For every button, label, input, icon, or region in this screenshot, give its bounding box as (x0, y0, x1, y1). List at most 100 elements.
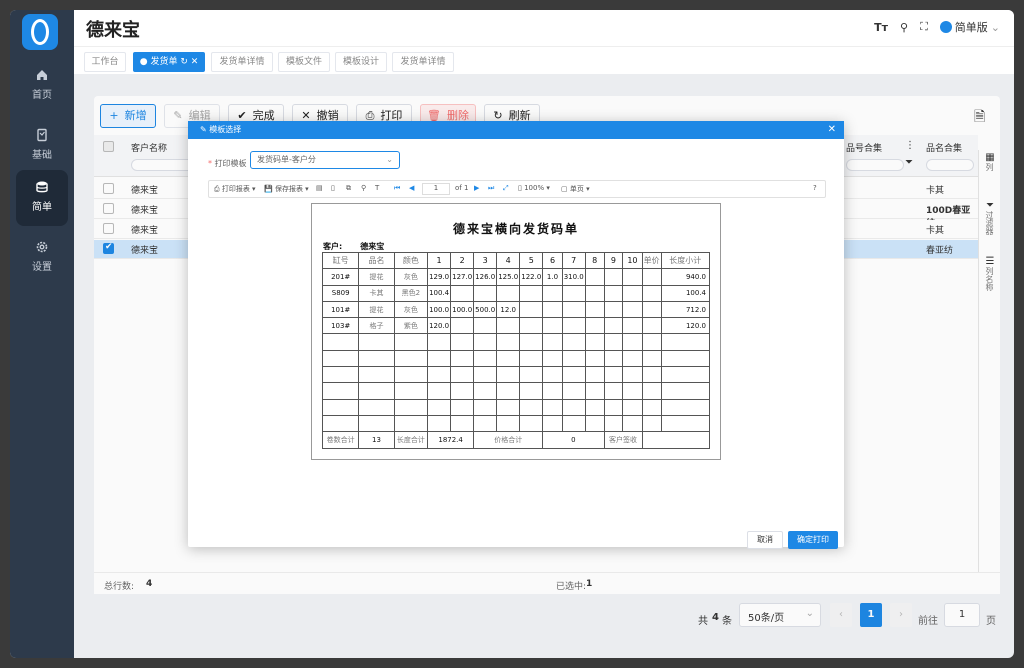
export-grid-icon[interactable]: ▤ (316, 184, 323, 192)
next-page-icon[interactable]: ▶ (474, 184, 479, 192)
report-header-cell: 缸号 (321, 251, 360, 270)
report-header-cell: 7 (561, 251, 586, 270)
report-cell (473, 382, 498, 400)
sidebar-item-settings[interactable]: 设置 (16, 230, 68, 286)
report-empty-row (321, 366, 711, 384)
last-page-icon[interactable]: ⏭ (488, 184, 494, 193)
report-summary-cell: 客户签收 (603, 431, 643, 449)
report-cell (519, 284, 544, 302)
template-field-label: * 打印模板 (208, 158, 247, 169)
report-cell (358, 414, 395, 433)
report-header-cell: 8 (584, 251, 605, 270)
confirm-print-button[interactable]: 确定打印 (788, 531, 838, 549)
refresh-tab-icon[interactable]: ↻ (180, 57, 188, 67)
fit-icon[interactable]: ⤢ (503, 184, 509, 193)
tab-template-file[interactable]: 模板文件 (278, 52, 330, 72)
find-icon[interactable]: ⚲ (361, 184, 366, 192)
app-logo[interactable] (22, 14, 58, 50)
report-cell (584, 317, 605, 335)
report-cell (496, 333, 521, 351)
sidebar-item-label: 设置 (32, 262, 52, 273)
report-cell (561, 300, 586, 319)
customer-label: 客户: (323, 242, 343, 251)
report-cell (427, 366, 452, 384)
report-cell (622, 349, 643, 368)
mode-switch[interactable]: 简单版 ⌄ (939, 19, 1000, 35)
report-cell (603, 349, 624, 368)
report-empty-row (321, 398, 711, 416)
save-report-button[interactable]: 💾 保存报表 ▾ (264, 184, 309, 194)
report-cell (450, 382, 475, 400)
report-cell: 黑色2 (393, 284, 429, 302)
report-cell (496, 382, 521, 400)
sidebar-item-home[interactable]: 首页 (16, 58, 68, 114)
page-icon[interactable]: ▯ (331, 184, 335, 192)
report-cell (321, 382, 360, 400)
report-cell (641, 300, 662, 319)
report-cell (660, 333, 711, 351)
tab-shipping-detail[interactable]: 发货单详情 (211, 52, 273, 72)
report-cell (450, 317, 475, 335)
active-dot-icon: ● (139, 57, 151, 67)
print-report-button[interactable]: ⎙ 打印报表 ▾ (214, 184, 256, 194)
copy-icon[interactable]: ⧉ (346, 184, 351, 193)
report-row: S809 卡其 黑色2 100.4 100.4 (321, 284, 711, 302)
report-cell (603, 333, 624, 351)
tab-workbench[interactable]: 工作台 (84, 52, 126, 72)
report-empty-row (321, 414, 711, 433)
close-icon[interactable]: ✕ (828, 121, 836, 139)
home-icon (37, 70, 47, 80)
template-select[interactable]: 发货码单-客户分 ⌄ (250, 151, 400, 169)
report-preview-page: 德来宝横向发货码单 客户: 德来宝 缸号 品名 颜色 1 2 3 4 5 6 7 8 9 10 单价 长度小计… (311, 203, 721, 460)
database-icon (36, 181, 48, 193)
report-cell (641, 382, 662, 400)
tab-shipping-detail-2[interactable]: 发货单详情 (392, 52, 454, 72)
report-cell: 940.0 (660, 268, 711, 286)
tab-shipping-order[interactable]: ● 发货单 ↻ ✕ (133, 52, 205, 72)
sidebar-item-basic[interactable]: 基础 (16, 118, 68, 174)
search-icon[interactable]: ⚲ (900, 21, 908, 34)
tab-template-design[interactable]: 模板设计 (335, 52, 387, 72)
report-cell (496, 366, 521, 384)
report-cell: 紫色 (393, 317, 429, 335)
report-cell (542, 317, 563, 335)
report-cell (542, 398, 563, 416)
report-summary-cell (641, 431, 711, 449)
report-cell (542, 349, 563, 368)
close-icon[interactable]: ✕ (188, 57, 199, 67)
report-cell: 灰色 (393, 300, 429, 319)
prev-page-icon[interactable]: ◀ (409, 184, 414, 192)
report-cell: 120.0 (427, 317, 452, 335)
report-cell (473, 398, 498, 416)
help-icon[interactable]: ? (813, 184, 817, 192)
view-mode-select[interactable]: ▢ 单页 ▾ (561, 184, 590, 194)
report-cell (496, 349, 521, 368)
report-cell (660, 382, 711, 400)
report-header-cell: 6 (542, 251, 563, 270)
report-header-cell: 5 (519, 251, 544, 270)
view-mode-value: 单页 (569, 185, 584, 193)
sidebar-item-label: 简单 (32, 202, 52, 213)
report-header-row: 缸号 品名 颜色 1 2 3 4 5 6 7 8 9 10 单价 长度小计 (321, 251, 711, 270)
report-page-total: of 1 (455, 184, 469, 192)
customer-value: 德来宝 (360, 242, 385, 251)
report-cell (450, 366, 475, 384)
report-summary-cell: 价格合计 (473, 431, 544, 449)
zoom-select[interactable]: ▯ 100% ▾ (518, 184, 550, 192)
report-cell (603, 300, 624, 319)
report-cell (603, 317, 624, 335)
report-cell (542, 366, 563, 384)
report-cell (393, 414, 429, 433)
sidebar-item-simple[interactable]: 简单 (16, 170, 68, 226)
font-size-icon[interactable]: Tт (874, 21, 888, 34)
report-page-input[interactable]: 1 (422, 183, 450, 195)
report-row: 101# 提花 灰色 100.0 100.0 500.0 12.0 712.0 (321, 300, 711, 319)
report-cell (519, 414, 544, 433)
cancel-button[interactable]: 取消 (747, 531, 783, 549)
text-icon[interactable]: T (375, 184, 379, 192)
first-page-icon[interactable]: ⏮ (394, 184, 400, 193)
report-summary-cell: 0 (542, 431, 605, 449)
report-cell: 100.4 (660, 284, 711, 302)
report-cell (358, 398, 395, 416)
fullscreen-icon[interactable]: ⛶ (920, 20, 928, 34)
